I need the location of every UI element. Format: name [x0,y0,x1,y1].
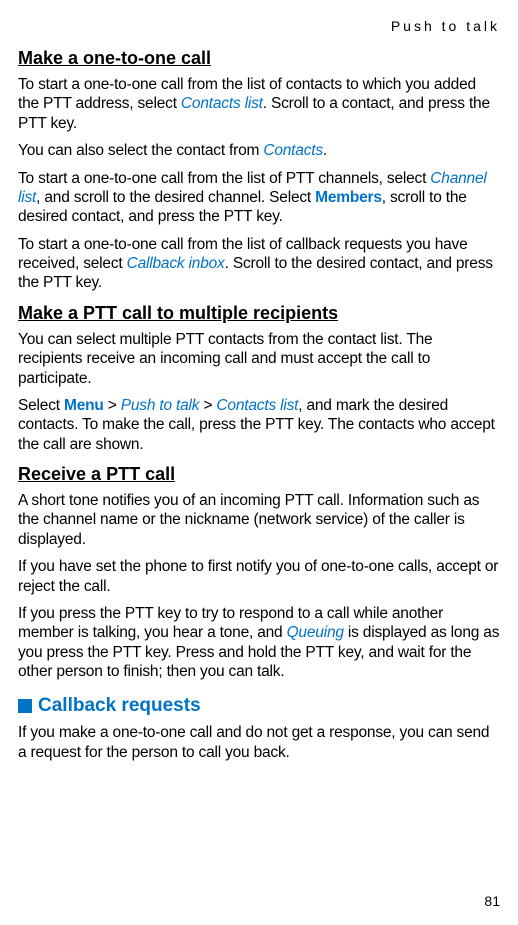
heading-multiple-recipients: Make a PTT call to multiple recipients [18,303,500,324]
text: To start a one-to-one call from the list… [18,170,430,187]
paragraph: If you press the PTT key to try to respo… [18,604,500,682]
separator: > [104,397,121,414]
square-bullet-icon [18,699,32,713]
paragraph: To start a one-to-one call from the list… [18,75,500,133]
separator: > [199,397,216,414]
page-number: 81 [484,893,500,909]
page-header: Push to talk [18,18,500,34]
link-callback-inbox[interactable]: Callback inbox [127,255,225,272]
callback-heading-row: Callback requests [18,695,500,717]
text: , and scroll to the desired channel. Sel… [36,189,315,206]
paragraph: Select Menu > Push to talk > Contacts li… [18,396,500,454]
heading-make-one-to-one: Make a one-to-one call [18,48,500,69]
text: Select [18,397,64,414]
link-queuing[interactable]: Queuing [287,624,344,641]
text: You can also select the contact from [18,142,263,159]
paragraph: To start a one-to-one call from the list… [18,235,500,293]
link-menu[interactable]: Menu [64,397,104,414]
paragraph: You can select multiple PTT contacts fro… [18,330,500,388]
text: . [323,142,327,159]
link-contacts[interactable]: Contacts [263,142,323,159]
link-push-to-talk[interactable]: Push to talk [121,397,200,414]
heading-callback-requests: Callback requests [38,695,201,717]
link-contacts-list-2[interactable]: Contacts list [216,397,298,414]
paragraph: If you make a one-to-one call and do not… [18,723,500,762]
link-contacts-list[interactable]: Contacts list [181,95,263,112]
paragraph: If you have set the phone to first notif… [18,557,500,596]
heading-receive-ptt: Receive a PTT call [18,464,500,485]
paragraph: To start a one-to-one call from the list… [18,169,500,227]
link-members[interactable]: Members [315,189,382,206]
paragraph: You can also select the contact from Con… [18,141,500,160]
paragraph: A short tone notifies you of an incoming… [18,491,500,549]
